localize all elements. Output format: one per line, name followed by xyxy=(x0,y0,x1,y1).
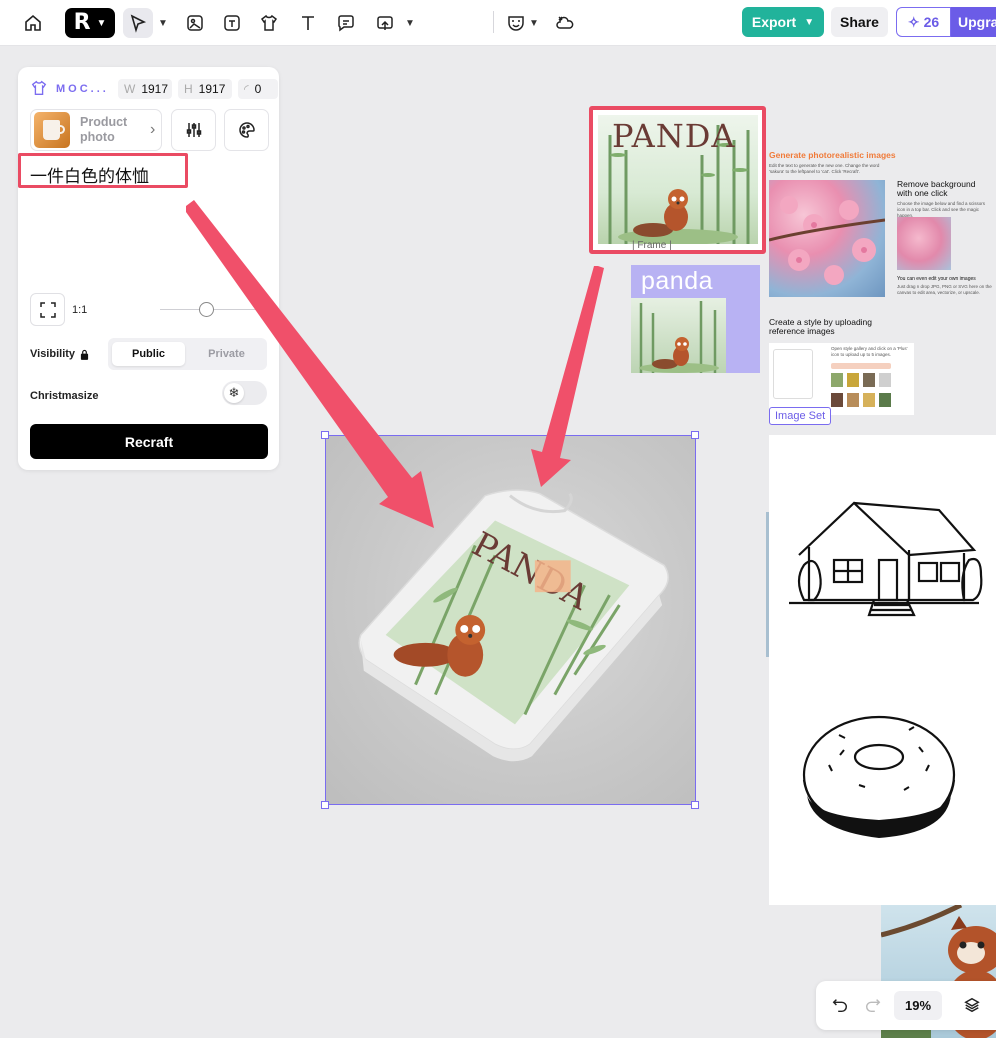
product-photo-selector[interactable]: Product photo › xyxy=(30,109,162,151)
cloud-sync-icon[interactable] xyxy=(551,8,579,38)
panda-mini-image xyxy=(631,298,726,373)
aspect-ratio-slider-thumb[interactable] xyxy=(199,302,214,317)
tshirt-icon xyxy=(30,79,48,100)
visibility-toggle: Public Private xyxy=(108,338,267,370)
panda-title-text: PANDA xyxy=(612,117,736,155)
upgrade-button[interactable]: Upgra xyxy=(951,7,996,37)
frame-tag-label: Frame xyxy=(637,240,667,251)
palette-icon xyxy=(238,122,255,138)
share-button[interactable]: Share xyxy=(831,7,888,37)
christmasize-label: Christmasize xyxy=(30,390,99,402)
image-set-tag[interactable]: Image Set xyxy=(769,407,832,425)
select-tool-button[interactable] xyxy=(123,8,153,38)
visibility-public-option[interactable]: Public xyxy=(112,342,185,366)
resize-handle-top-right[interactable] xyxy=(691,431,699,439)
credits-count: 26 xyxy=(923,14,940,30)
top-toolbar: R ▼ ▼ ▼ ▼ Export ▼ Share ✧ 26 Upgra xyxy=(0,0,996,46)
select-tool-chevron-down-icon[interactable]: ▼ xyxy=(156,8,170,38)
style-upload-text: Open style gallery and click on a 'Plus'… xyxy=(831,346,908,357)
style-palette-button[interactable] xyxy=(224,109,269,151)
toolbar-divider xyxy=(493,11,494,33)
bottom-controls: 19% xyxy=(816,981,996,1030)
image-generate-icon[interactable] xyxy=(180,8,210,38)
text-tool-icon[interactable] xyxy=(293,8,323,38)
height-label: H xyxy=(184,82,193,96)
blossom-illustration xyxy=(768,196,886,285)
cherry-blossom-image[interactable] xyxy=(768,180,886,297)
house-sketch xyxy=(789,501,983,617)
corner-radius-value: 0 xyxy=(254,82,262,96)
width-label: W xyxy=(124,82,136,96)
text-to-image-icon[interactable] xyxy=(217,8,247,38)
style-upload-screenshot: Open style gallery and click on a 'Plus'… xyxy=(769,343,914,415)
sliders-icon xyxy=(186,123,201,137)
width-value: 1917 xyxy=(141,82,169,96)
logo-menu-button[interactable]: R ▼ xyxy=(65,8,115,38)
visibility-text: Visibility xyxy=(30,348,76,360)
settings-sliders-button[interactable] xyxy=(171,109,216,151)
mode-title: MOC... xyxy=(56,83,109,95)
house-and-donut-sketches xyxy=(789,501,983,838)
mockup-tshirt-icon[interactable] xyxy=(254,8,284,38)
tutorial-intro: Edit the text to generate the new one. C… xyxy=(769,163,880,174)
bamboo-mini-illustration xyxy=(639,301,719,373)
home-icon[interactable] xyxy=(18,8,48,38)
frame-tag: | Frame | xyxy=(632,240,672,251)
chevron-down-icon: ▼ xyxy=(96,17,107,29)
aspect-ratio-label: 1:1 xyxy=(72,304,88,316)
zoom-level[interactable]: 19% xyxy=(894,991,942,1020)
style-upload-title: Create a style by uploading reference im… xyxy=(769,317,873,336)
panda-text-label: panda xyxy=(641,267,714,295)
panda-image[interactable]: PANDA xyxy=(589,106,766,254)
export-label: Export xyxy=(751,14,797,30)
comment-icon[interactable] xyxy=(331,8,361,38)
chevron-right-icon: › xyxy=(150,121,156,138)
recraft-logo: R xyxy=(73,10,91,35)
style-chevron-down-icon[interactable]: ▼ xyxy=(528,8,540,38)
corner-radius-icon: ◜ xyxy=(244,82,249,96)
mug-thumbnail xyxy=(34,112,70,148)
panda-artwork: PANDA xyxy=(598,115,758,244)
visibility-label: Visibility xyxy=(30,348,89,360)
resize-handle-bottom-left[interactable] xyxy=(321,801,329,809)
layers-icon[interactable] xyxy=(960,993,984,1017)
height-value: 1917 xyxy=(198,82,226,96)
mockup-panel: MOC... W 1917 H 1917 ◜ 0 Product photo ›… xyxy=(18,67,279,470)
upload-image-icon[interactable] xyxy=(370,8,400,38)
aspect-ratio-icon xyxy=(39,301,56,318)
credits-badge[interactable]: ✧ 26 xyxy=(896,7,951,37)
edit-own-subtext: Just drag n drop JPG, PNG or SVG here on… xyxy=(897,284,992,295)
remove-bg-title: Remove background with one click xyxy=(897,179,976,198)
aspect-ratio-slider-track[interactable] xyxy=(160,309,270,310)
sketch-board xyxy=(769,435,996,905)
redo-icon[interactable] xyxy=(861,993,885,1017)
visibility-private-option[interactable]: Private xyxy=(190,342,263,366)
edit-own-text: You can even edit your own images xyxy=(897,276,976,282)
recraft-button[interactable]: Recraft xyxy=(30,424,268,459)
undo-icon[interactable] xyxy=(828,993,852,1017)
product-photo-label: Product photo xyxy=(80,115,128,144)
aspect-ratio-button[interactable] xyxy=(30,293,65,326)
lock-icon xyxy=(80,349,89,360)
width-field[interactable]: W 1917 xyxy=(118,79,172,99)
folded-tshirt-illustration: PANDA xyxy=(358,489,669,762)
export-button[interactable]: Export ▼ xyxy=(742,7,824,37)
style-mask-icon[interactable] xyxy=(504,8,528,38)
resize-handle-top-left[interactable] xyxy=(321,431,329,439)
upload-chevron-down-icon[interactable]: ▼ xyxy=(403,8,417,38)
export-chevron-down-icon: ▼ xyxy=(804,16,815,28)
prompt-input[interactable]: 一件白色的体恤 xyxy=(18,153,188,188)
blossom-small-image[interactable] xyxy=(897,217,951,270)
panel-header: MOC... W 1917 H 1917 ◜ 0 xyxy=(30,79,278,99)
panda-text-frame[interactable]: panda xyxy=(631,265,760,373)
tutorial-board: Generate photorealistic images Edit the … xyxy=(768,150,996,422)
tshirt-mockup-frame[interactable]: PANDA xyxy=(325,435,696,805)
height-field[interactable]: H 1917 xyxy=(178,79,232,99)
sparkle-icon: ✧ xyxy=(907,13,920,30)
tutorial-heading: Generate photorealistic images xyxy=(769,150,896,160)
christmasize-toggle[interactable]: ❄ xyxy=(222,381,267,405)
resize-handle-bottom-right[interactable] xyxy=(691,801,699,809)
snowflake-icon: ❄ xyxy=(224,383,244,403)
corner-radius-field[interactable]: ◜ 0 xyxy=(238,79,278,99)
